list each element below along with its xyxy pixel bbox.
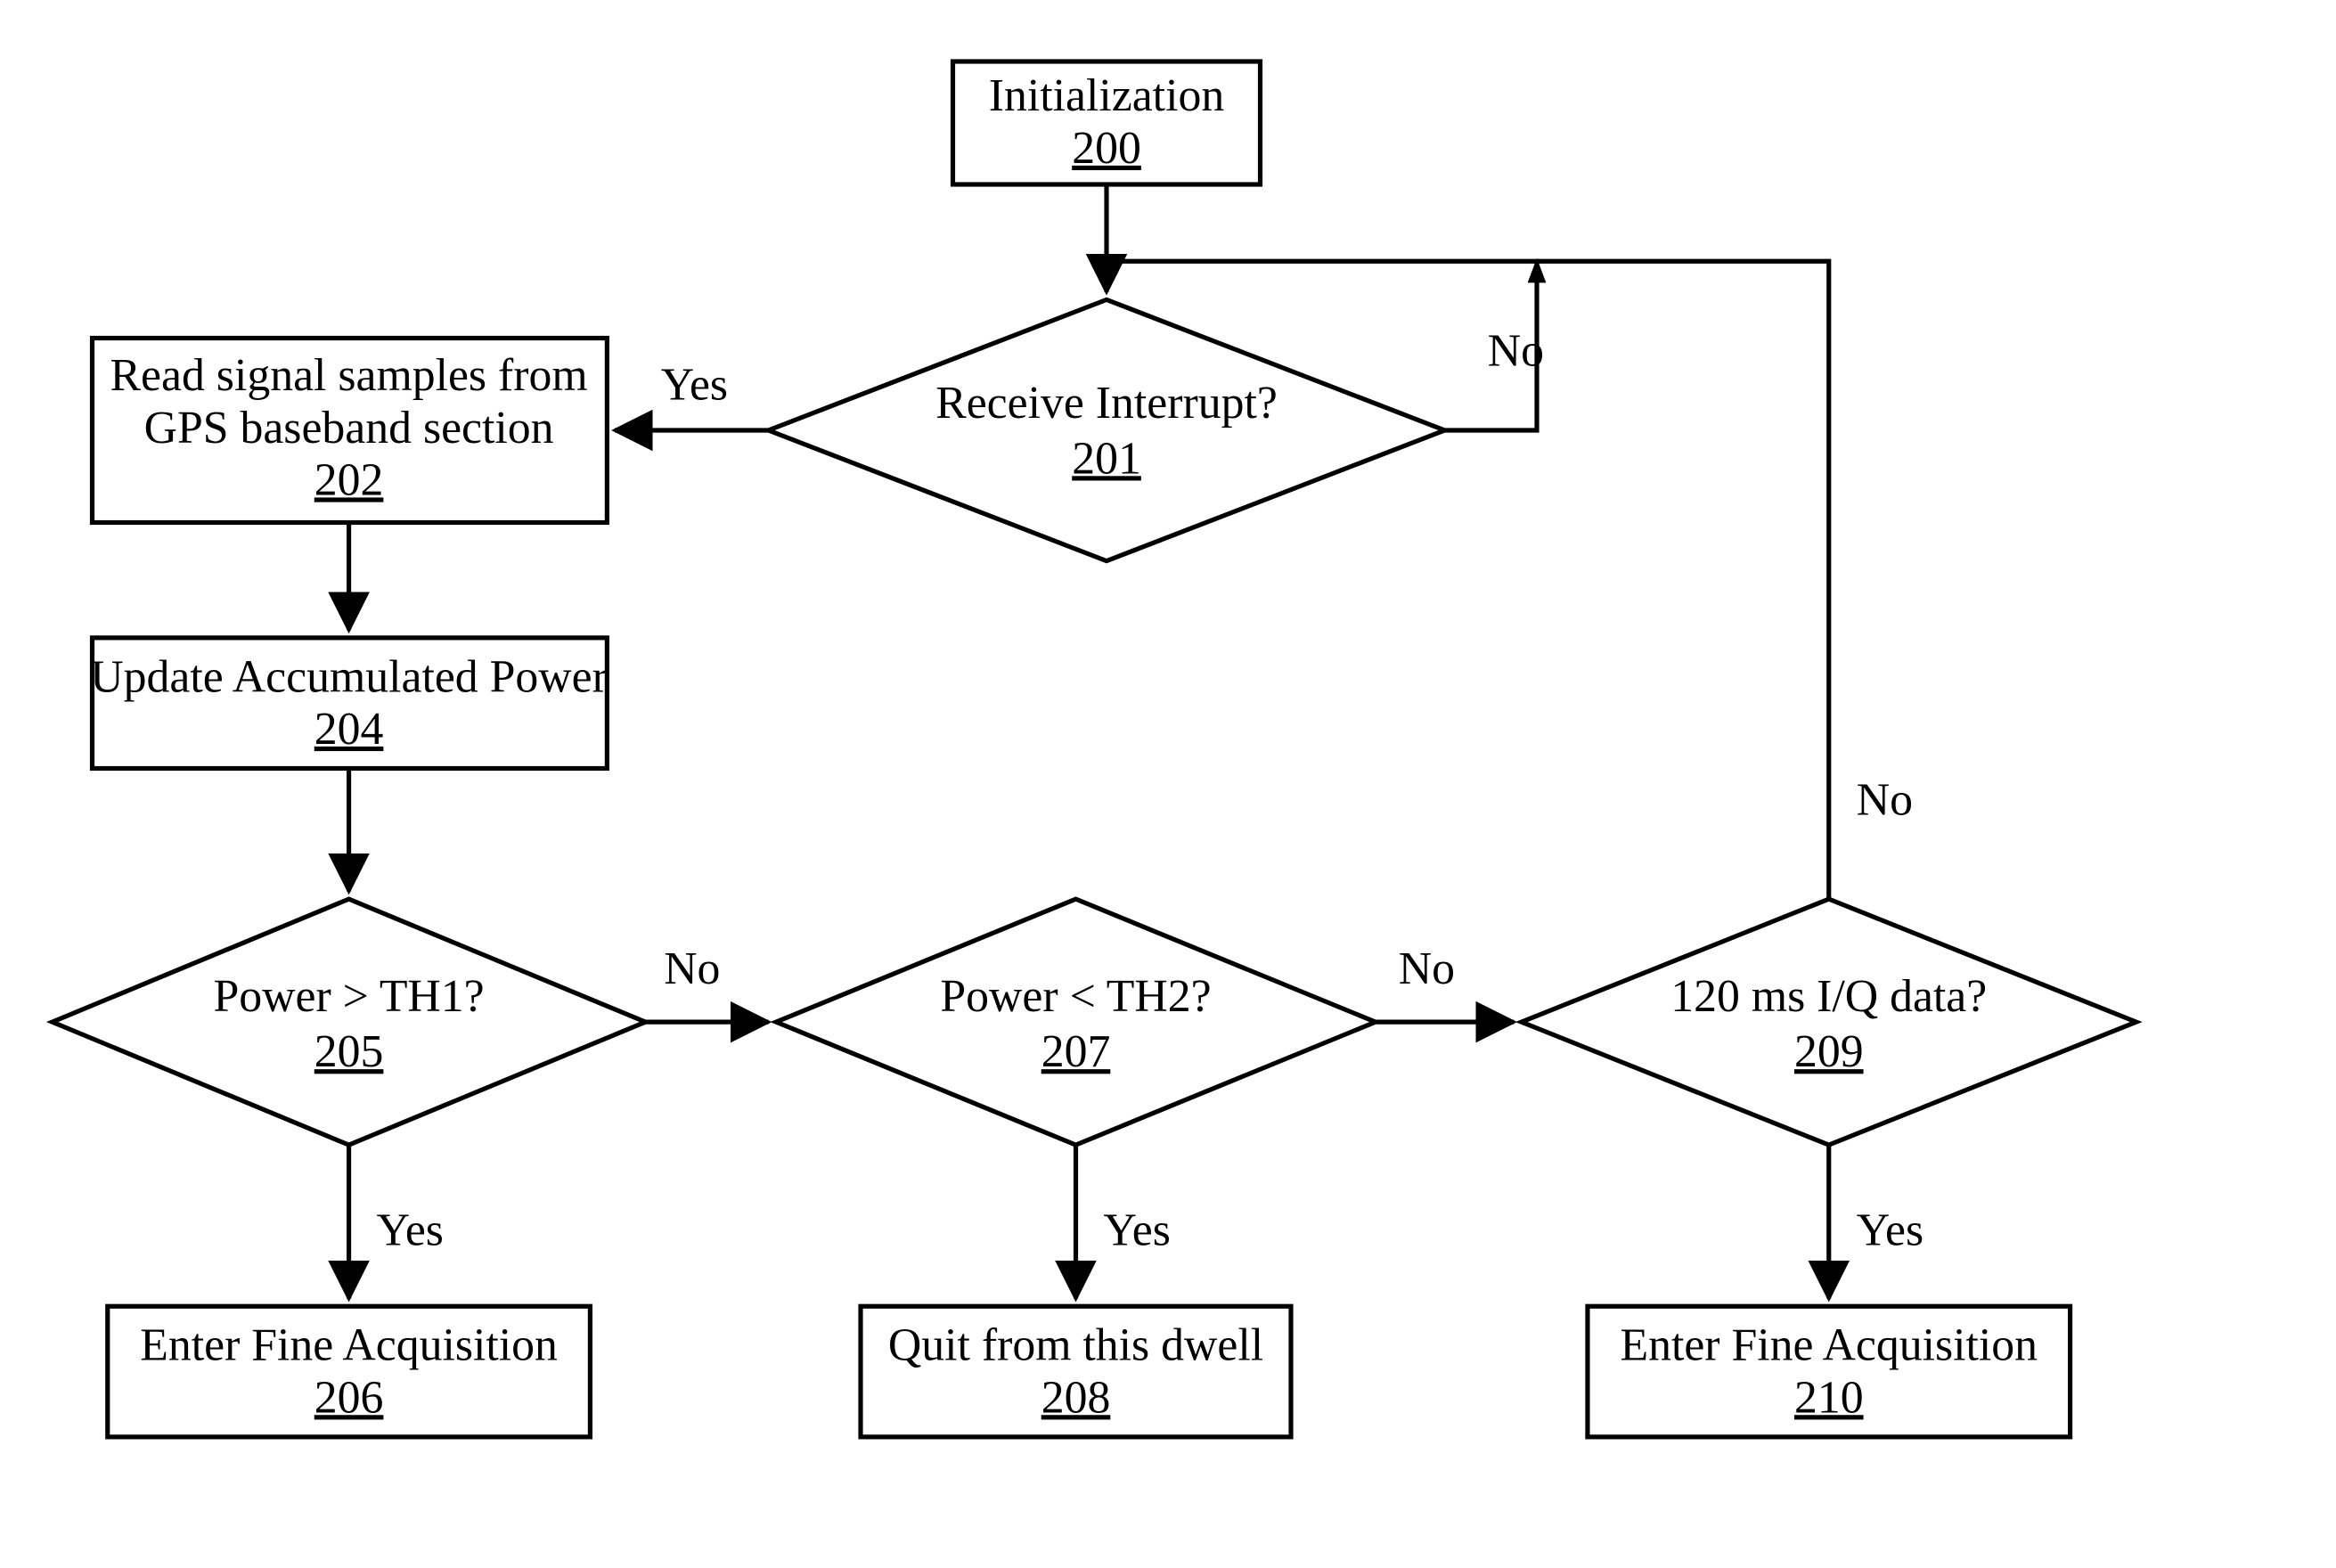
node-power-th2: Power < TH2? 207	[776, 899, 1376, 1145]
node-209-ref: 209	[1794, 1026, 1864, 1077]
edge-209-no-loop: No	[1537, 261, 1913, 899]
node-power-th1: Power > TH1? 205	[53, 899, 646, 1145]
node-fine-acq-206: Enter Fine Acquisition 206	[108, 1306, 591, 1437]
edge-205-no: No	[646, 943, 769, 1022]
label-209-yes: Yes	[1857, 1205, 1924, 1255]
node-update-power: Update Accumulated Power 204	[90, 638, 608, 769]
label-201-yes: Yes	[661, 360, 728, 411]
edge-201-yes: Yes	[615, 360, 769, 431]
label-201-no: No	[1488, 326, 1544, 377]
node-207-label: Power < TH2?	[940, 971, 1211, 1022]
node-fine-acq-210: Enter Fine Acquisition 210	[1588, 1306, 2071, 1437]
label-207-yes: Yes	[1104, 1205, 1171, 1255]
node-210-ref: 210	[1794, 1372, 1864, 1423]
node-204-ref: 204	[314, 704, 384, 755]
label-209-no: No	[1857, 774, 1913, 825]
node-202-line2: GPS baseband section	[144, 403, 554, 453]
node-202-line1: Read signal samples from	[110, 350, 588, 401]
node-207-ref: 207	[1041, 1026, 1111, 1077]
node-quit-dwell: Quit from this dwell 208	[861, 1306, 1291, 1437]
edge-207-no: No	[1376, 943, 1514, 1022]
node-201-label: Receive Interrupt?	[935, 378, 1278, 429]
node-receive-interrupt: Receive Interrupt? 201	[769, 299, 1445, 560]
node-206-label: Enter Fine Acquisition	[140, 1320, 558, 1371]
node-initialization: Initialization 200	[953, 61, 1261, 184]
node-read-samples: Read signal samples from GPS baseband se…	[93, 339, 608, 523]
node-210-label: Enter Fine Acquisition	[1620, 1320, 2038, 1371]
node-200-label: Initialization	[989, 70, 1225, 121]
node-204-label: Update Accumulated Power	[90, 651, 608, 702]
flowchart-canvas: Initialization 200 Receive Interrupt? 20…	[0, 0, 2336, 1568]
edge-209-yes: Yes	[1829, 1145, 1924, 1299]
node-209-label: 120 ms I/Q data?	[1670, 971, 1987, 1022]
node-208-ref: 208	[1041, 1372, 1111, 1423]
label-205-no: No	[664, 943, 720, 994]
node-205-ref: 205	[314, 1026, 384, 1077]
edge-205-yes: Yes	[349, 1145, 444, 1299]
edge-207-yes: Yes	[1076, 1145, 1171, 1299]
node-200-ref: 200	[1072, 123, 1141, 174]
label-205-yes: Yes	[377, 1205, 444, 1255]
label-207-no: No	[1399, 943, 1455, 994]
node-iq-data: 120 ms I/Q data? 209	[1522, 899, 2136, 1145]
node-202-ref: 202	[314, 454, 384, 505]
node-205-label: Power > TH1?	[213, 971, 484, 1022]
node-201-ref: 201	[1072, 433, 1141, 484]
node-208-label: Quit from this dwell	[888, 1320, 1263, 1371]
node-206-ref: 206	[314, 1372, 384, 1423]
